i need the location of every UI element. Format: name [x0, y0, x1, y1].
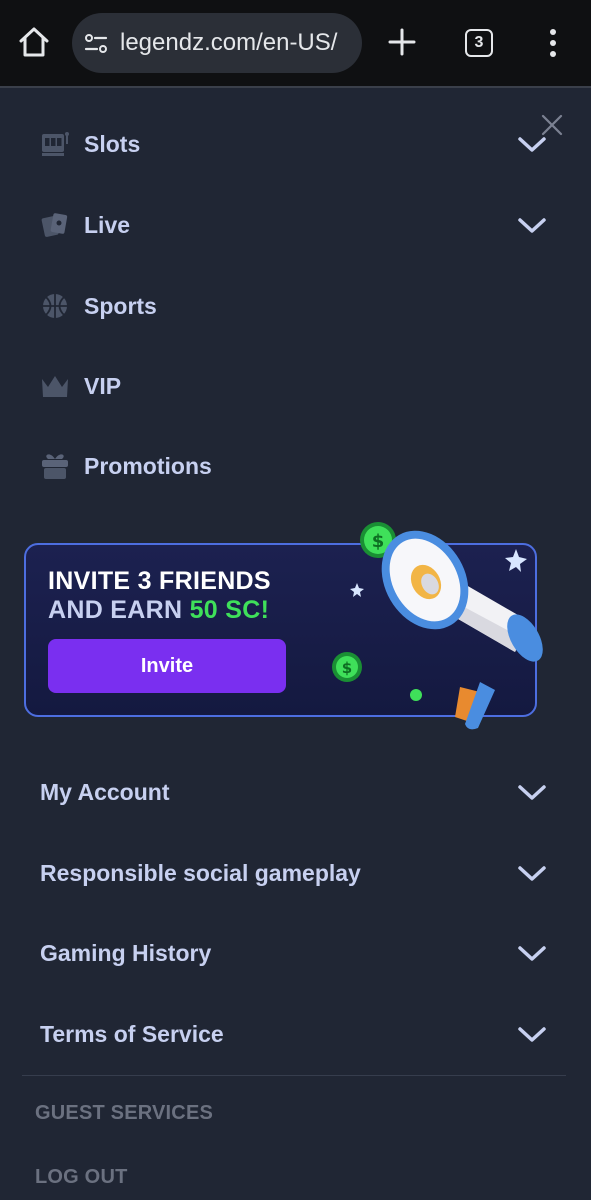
nav-item-slots[interactable]: Slots — [40, 114, 550, 174]
nav-label-vip: VIP — [84, 372, 122, 399]
account-item-terms-of-service[interactable]: Terms of Service — [40, 1004, 550, 1064]
slot-machine-icon — [40, 129, 70, 159]
nav-label-live: Live — [84, 211, 131, 238]
nav-label-sports: Sports — [84, 292, 157, 319]
account-item-gaming-history[interactable]: Gaming History — [40, 923, 550, 983]
megaphone-illustration: $ $ — [332, 522, 543, 730]
site-settings-icon[interactable] — [84, 33, 108, 55]
responsible-gameplay-label: Responsible social gameplay — [40, 859, 361, 886]
my-account-label: My Account — [40, 778, 170, 805]
nav-item-sports[interactable]: Sports — [40, 276, 550, 336]
gift-icon — [40, 451, 70, 481]
chevron-down-icon[interactable] — [516, 941, 548, 965]
megaphone-icon — [381, 530, 543, 730]
logout-link[interactable]: LOG OUT — [35, 1166, 128, 1189]
chevron-down-icon[interactable] — [516, 780, 548, 804]
more-options-icon[interactable] — [543, 25, 563, 61]
browser-toolbar: legendz.com/en-US/ 3 — [0, 0, 591, 86]
nav-label-slots: Slots — [84, 130, 141, 157]
star-icon — [350, 583, 364, 597]
nav-item-live[interactable]: Live — [40, 195, 550, 255]
terms-of-service-label: Terms of Service — [40, 1020, 224, 1047]
guest-services-link[interactable]: GUEST SERVICES — [35, 1102, 213, 1125]
chevron-down-icon[interactable] — [516, 861, 548, 885]
crown-icon — [40, 371, 70, 401]
address-bar[interactable]: legendz.com/en-US/ — [72, 13, 362, 73]
account-item-responsible-gameplay[interactable]: Responsible social gameplay — [40, 843, 550, 903]
promo-amount: 50 SC! — [189, 596, 270, 624]
coin-icon — [410, 689, 422, 701]
nav-item-promotions[interactable]: Promotions — [40, 436, 550, 496]
gaming-history-label: Gaming History — [40, 939, 212, 966]
basketball-icon — [40, 291, 70, 321]
nav-label-promotions: Promotions — [84, 452, 212, 479]
section-divider — [22, 1075, 566, 1076]
chevron-down-icon[interactable] — [516, 1022, 548, 1046]
promo-earn-text: AND EARN — [48, 596, 190, 624]
invite-button[interactable]: Invite — [48, 639, 286, 693]
tab-switcher-button[interactable]: 3 — [465, 29, 493, 57]
nav-item-vip[interactable]: VIP — [40, 356, 550, 416]
svg-text:$: $ — [372, 531, 385, 552]
star-icon — [505, 549, 527, 572]
promo-headline: INVITE 3 FRIENDS — [48, 567, 271, 595]
toolbar-divider — [0, 86, 591, 88]
chevron-down-icon[interactable] — [516, 132, 548, 156]
svg-text:$: $ — [342, 659, 352, 677]
home-icon[interactable] — [16, 24, 52, 60]
coin-icon: $ — [332, 652, 362, 682]
chevron-down-icon[interactable] — [516, 213, 548, 237]
url-text[interactable]: legendz.com/en-US/ — [120, 29, 352, 57]
promo-subheadline: AND EARN 50 SC! — [48, 596, 269, 625]
account-item-my-account[interactable]: My Account — [40, 762, 550, 822]
new-tab-icon[interactable] — [384, 24, 420, 60]
cards-icon — [40, 210, 70, 240]
